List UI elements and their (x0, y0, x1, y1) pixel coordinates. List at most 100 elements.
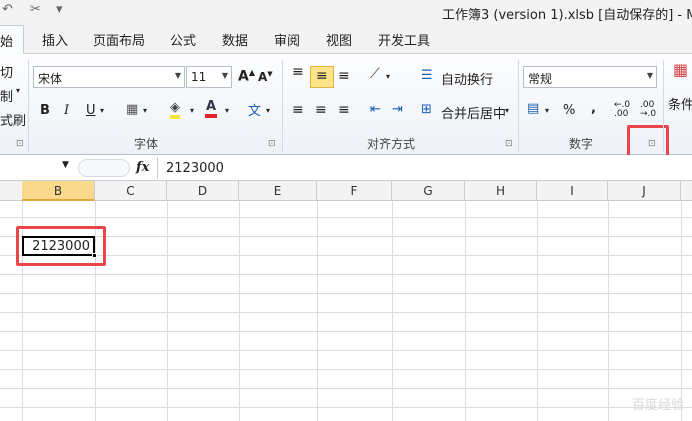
align-right-icon[interactable]: ≡ (338, 102, 350, 118)
border-dropdown-icon[interactable]: ▾ (143, 106, 147, 115)
tab-home[interactable]: 始 (0, 25, 24, 55)
merge-center-button[interactable]: 合并后居中 (441, 103, 506, 122)
excel-window: ↶ ✂ ▾ 工作簿3 (version 1).xlsb [自动保存的] - Mi… (0, 0, 692, 421)
tab-view[interactable]: 视图 (326, 30, 352, 49)
underline-button[interactable]: U (86, 103, 96, 118)
cut-button[interactable]: 切 (0, 62, 13, 81)
wrap-text-button[interactable]: 自动换行 (441, 69, 493, 88)
formula-input[interactable]: 2123000 (166, 161, 224, 176)
insert-function-icon[interactable]: fx (136, 160, 149, 175)
comma-button[interactable]: , (591, 101, 596, 116)
italic-button[interactable]: I (64, 103, 69, 118)
font-launcher-icon[interactable]: ⊡ (268, 139, 276, 149)
clipboard-launcher-icon[interactable]: ⊡ (16, 139, 24, 149)
align-left-icon[interactable]: ≡ (292, 102, 304, 118)
grid-line (0, 407, 692, 408)
column-header-i[interactable]: I (537, 181, 608, 201)
phonetic-dropdown-icon[interactable]: ▾ (266, 106, 270, 115)
grid-line (0, 369, 692, 370)
font-color-dropdown-icon[interactable]: ▾ (225, 106, 229, 115)
tab-data[interactable]: 数据 (222, 30, 248, 49)
wrap-text-icon[interactable]: ☰ (421, 68, 433, 83)
number-format-value: 常规 (528, 72, 553, 86)
align-center-icon[interactable]: ≡ (315, 102, 327, 118)
font-size-combo[interactable]: 11 ▼ (186, 66, 232, 88)
column-header-e[interactable]: E (239, 181, 317, 201)
column-header-label: H (495, 184, 506, 198)
conditional-format-button[interactable]: 条件 (668, 94, 692, 113)
grid-line (0, 388, 692, 389)
fill-color-dropdown-icon[interactable]: ▾ (190, 106, 194, 115)
grid-line (0, 312, 692, 313)
column-header-g[interactable]: G (392, 181, 465, 201)
customize-quick-access-icon[interactable]: ▾ (56, 2, 63, 17)
align-bottom-icon[interactable]: ≡ (338, 68, 350, 84)
name-box[interactable]: ▼ (0, 157, 76, 179)
grid-line (0, 293, 692, 294)
orientation-dropdown-icon[interactable]: ▾ (386, 72, 390, 81)
column-header-label: F (350, 184, 358, 198)
column-header-f[interactable]: F (317, 181, 392, 201)
border-icon[interactable]: ▦ (126, 102, 138, 117)
shrink-font-icon[interactable]: A▼ (258, 70, 273, 84)
merge-center-icon[interactable]: ⊞ (421, 102, 432, 117)
grid-line (0, 274, 692, 275)
formula-bar-resizer[interactable] (78, 159, 130, 177)
alignment-group-label: 对齐方式 (367, 137, 416, 151)
undo-icon[interactable]: ↶ (2, 2, 13, 17)
copy-button[interactable]: 制 (0, 86, 13, 105)
column-header-d[interactable]: D (167, 181, 239, 201)
fill-color-icon[interactable]: ◈ (170, 100, 180, 119)
column-header-label: I (570, 184, 574, 198)
group-separator (518, 60, 519, 152)
column-header-b[interactable]: B (22, 181, 95, 201)
column-header-j[interactable]: J (608, 181, 681, 201)
align-middle-button[interactable]: ≡ (310, 66, 334, 88)
tab-review[interactable]: 审阅 (274, 30, 300, 49)
accounting-dropdown-icon[interactable]: ▾ (545, 106, 549, 115)
underline-dropdown-icon[interactable]: ▾ (100, 106, 104, 115)
tab-developer[interactable]: 开发工具 (378, 30, 430, 49)
chevron-down-icon: ▼ (174, 71, 181, 80)
number-format-combo[interactable]: 常规 ▼ (523, 66, 657, 88)
number-group-label: 数字 (569, 137, 594, 151)
column-header-label: E (273, 184, 282, 198)
font-color-icon[interactable]: A (205, 99, 218, 118)
percent-button[interactable]: % (563, 103, 575, 118)
bold-button[interactable]: B (40, 103, 50, 118)
group-separator (663, 60, 664, 152)
decrease-decimal-icon[interactable]: .00 →.0 (640, 101, 660, 119)
format-painter-button[interactable]: 式刷 (0, 110, 26, 129)
alignment-launcher-icon[interactable]: ⊡ (505, 139, 513, 149)
increase-indent-icon[interactable]: ⇥ (392, 102, 403, 117)
grid-line (0, 217, 692, 218)
font-name-value: 宋体 (38, 72, 63, 86)
window-title: 工作簿3 (version 1).xlsb [自动保存的] - Micr (442, 8, 692, 23)
align-top-icon[interactable]: ≡ (292, 64, 304, 80)
increase-decimal-icon[interactable]: ←.0 .00 (614, 101, 634, 119)
accounting-format-icon[interactable]: ▤ (527, 101, 539, 116)
column-header-label: B (53, 184, 63, 198)
group-separator (28, 60, 29, 152)
tools-icon[interactable]: ✂ (30, 2, 41, 17)
font-size-value: 11 (191, 70, 207, 84)
column-header-label: J (642, 184, 646, 198)
phonetic-wen-icon[interactable]: 文 (248, 100, 261, 119)
column-header-label: G (423, 184, 433, 198)
orientation-icon[interactable]: ⟋ (370, 66, 380, 82)
highlight-active-cell (16, 226, 106, 266)
grid-line (0, 331, 692, 332)
font-name-combo[interactable]: 宋体 ▼ (33, 66, 185, 88)
conditional-format-icon[interactable]: ▦ (673, 60, 688, 79)
merge-dropdown-icon[interactable]: ▾ (505, 106, 509, 115)
tab-insert[interactable]: 插入 (42, 30, 68, 49)
grow-font-icon[interactable]: A▲ (238, 68, 255, 85)
formula-divider (157, 157, 158, 179)
decrease-indent-icon[interactable]: ⇤ (370, 102, 381, 117)
font-group-label: 字体 (134, 137, 159, 151)
copy-dropdown-icon[interactable]: ▾ (16, 86, 20, 95)
tab-formulas[interactable]: 公式 (170, 30, 196, 49)
column-header-h[interactable]: H (465, 181, 537, 201)
tab-page-layout[interactable]: 页面布局 (93, 30, 145, 49)
column-header-c[interactable]: C (95, 181, 167, 201)
